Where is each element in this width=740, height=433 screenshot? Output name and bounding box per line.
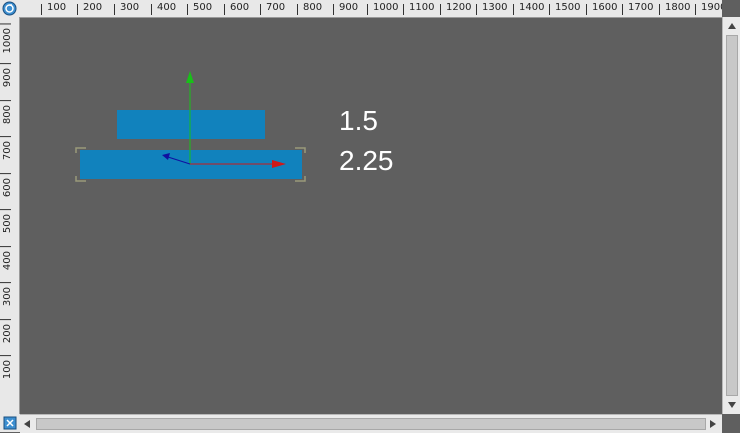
ruler-tick: 900 <box>2 68 13 88</box>
ruler-tick: 1100 <box>402 2 435 15</box>
ruler-tick: 1300 <box>475 2 508 15</box>
x-axis-arrow-icon[interactable] <box>272 160 286 168</box>
value-label-bottom[interactable]: 2.25 <box>339 145 394 177</box>
ruler-tick: 300 <box>113 2 140 15</box>
ruler-corner[interactable] <box>0 0 20 17</box>
ruler-tick: 1800 <box>658 2 691 15</box>
zoom-fit-icon[interactable] <box>3 416 17 430</box>
scroll-up-icon[interactable] <box>728 23 736 29</box>
ruler-tick: 100 <box>2 360 13 380</box>
ruler-tick: 700 <box>2 141 13 161</box>
horizontal-scrollbar[interactable] <box>20 414 722 433</box>
ruler-tick: 1700 <box>621 2 654 15</box>
ruler-tick: 1500 <box>548 2 581 15</box>
transform-gizmo[interactable] <box>20 17 722 414</box>
ruler-tick: 800 <box>296 2 323 15</box>
ruler-tick: 1900 <box>694 2 722 15</box>
z-axis-handle[interactable] <box>167 156 191 165</box>
ruler-tick: 300 <box>2 287 13 307</box>
ruler-tick: 1600 <box>585 2 618 15</box>
ruler-tick: 600 <box>2 178 13 198</box>
ruler-tick: 1400 <box>512 2 545 15</box>
ruler-tick: 900 <box>332 2 359 15</box>
horizontal-ruler: 100 200 300 400 500 600 700 800 900 1000… <box>20 0 722 18</box>
value-label-top[interactable]: 1.5 <box>339 105 378 137</box>
vertical-scrollbar[interactable] <box>722 17 740 414</box>
ruler-tick: 100 <box>40 2 67 15</box>
ruler-tick: 400 <box>150 2 177 15</box>
vertical-ruler: 1000 900 800 700 600 500 400 300 200 100 <box>0 17 20 414</box>
z-axis-arrow-icon[interactable] <box>162 153 170 160</box>
ruler-tick: 700 <box>259 2 286 15</box>
y-axis-arrow-icon[interactable] <box>186 71 194 83</box>
ruler-tick: 400 <box>2 251 13 271</box>
ruler-tick: 200 <box>76 2 103 15</box>
ruler-tick: 600 <box>223 2 250 15</box>
ruler-tick: 1000 <box>2 28 13 54</box>
scroll-down-icon[interactable] <box>728 402 736 408</box>
scene-canvas[interactable]: 1.5 2.25 <box>20 17 722 414</box>
ruler-tick: 200 <box>2 324 13 344</box>
view-reset-icon[interactable] <box>2 1 17 16</box>
vertical-scroll-thumb[interactable] <box>726 35 738 396</box>
ruler-tick: 1000 <box>366 2 399 15</box>
ruler-tick: 800 <box>2 105 13 125</box>
zoom-fit-corner[interactable] <box>0 414 20 432</box>
ruler-tick: 500 <box>2 214 13 234</box>
scroll-right-icon[interactable] <box>710 420 716 428</box>
scroll-left-icon[interactable] <box>24 420 30 428</box>
ruler-tick: 500 <box>186 2 213 15</box>
ruler-tick: 1200 <box>439 2 472 15</box>
horizontal-scroll-thumb[interactable] <box>36 418 706 430</box>
